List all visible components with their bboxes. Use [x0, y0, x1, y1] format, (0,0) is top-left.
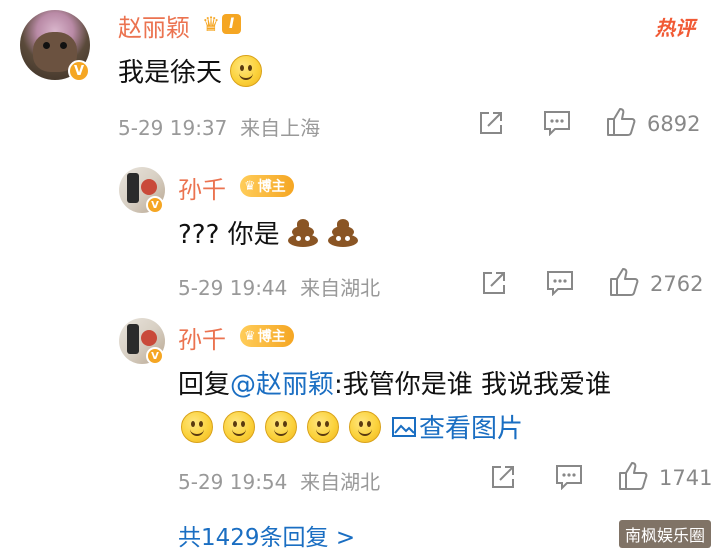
crown-icon: ♛	[202, 12, 220, 36]
like-count: 1741	[659, 466, 713, 490]
smile-emoji-icon	[181, 410, 213, 443]
image-icon	[392, 416, 416, 437]
comment-text: ??? 你是	[178, 220, 280, 250]
comment-icon[interactable]	[546, 270, 574, 296]
level-badge: ♛ I	[202, 12, 242, 36]
share-icon[interactable]	[481, 270, 507, 296]
smile-emoji-icon	[265, 410, 297, 443]
blogger-badge: ♛ 博主	[240, 325, 294, 347]
comment-username[interactable]: 赵丽颖	[118, 8, 190, 43]
thumbs-up-icon[interactable]	[609, 267, 639, 297]
verified-badge-icon: V	[146, 347, 164, 365]
comment-text: 我是徐天	[118, 58, 223, 88]
emoji-row: 查看图片	[181, 408, 523, 445]
comment-text: :我管你是谁 我说我爱谁	[334, 370, 612, 400]
poop-emoji-icon	[326, 218, 360, 248]
poop-emoji-icon	[286, 218, 320, 248]
share-icon[interactable]	[490, 464, 516, 490]
reply-prefix: 回复	[178, 370, 231, 400]
reply-text: 回复@赵丽颖:我管你是谁 我说我爱谁	[178, 364, 611, 401]
comment-date: 5-29 19:37	[118, 116, 228, 140]
like-count: 2762	[650, 272, 704, 296]
comment-icon[interactable]	[555, 464, 583, 490]
comment-text-row: ??? 你是	[178, 214, 360, 251]
comment-location: 来自湖北	[300, 470, 381, 494]
crown-icon: ♛	[244, 328, 256, 344]
mention-link[interactable]: @赵丽颖	[230, 370, 334, 400]
comment-icon[interactable]	[543, 110, 571, 136]
smile-emoji-icon	[349, 410, 381, 443]
verified-badge-icon: V	[68, 60, 90, 82]
comment-username[interactable]: 孙千	[178, 170, 226, 205]
more-replies-link[interactable]: 共1429条回复 >	[178, 518, 355, 552]
comment-location: 来自湖北	[300, 276, 381, 300]
comment-location: 来自上海	[240, 116, 321, 140]
comment-meta: 5-29 19:44 来自湖北	[178, 272, 380, 301]
hot-comment-badge: 热评	[655, 16, 695, 40]
thumbs-up-icon[interactable]	[606, 107, 636, 137]
like-count: 6892	[647, 112, 701, 136]
thumbs-up-icon[interactable]	[618, 461, 648, 491]
watermark: 南枫娱乐圈	[618, 520, 711, 548]
share-icon[interactable]	[478, 110, 504, 136]
comment-date: 5-29 19:54	[178, 470, 288, 494]
smile-emoji-icon	[307, 410, 339, 443]
comment-text-row: 我是徐天	[118, 52, 263, 89]
smile-emoji-icon	[223, 410, 255, 443]
view-image-link[interactable]: 查看图片	[391, 408, 523, 445]
comment-meta: 5-29 19:37 来自上海	[118, 112, 320, 141]
crown-icon: ♛	[244, 178, 256, 194]
comment-date: 5-29 19:44	[178, 276, 288, 300]
smile-emoji-icon	[230, 54, 263, 87]
comment-username[interactable]: 孙千	[178, 320, 226, 355]
verified-badge-icon: V	[146, 196, 164, 214]
comment-meta: 5-29 19:54 来自湖北	[178, 466, 380, 495]
blogger-badge: ♛ 博主	[240, 175, 294, 197]
